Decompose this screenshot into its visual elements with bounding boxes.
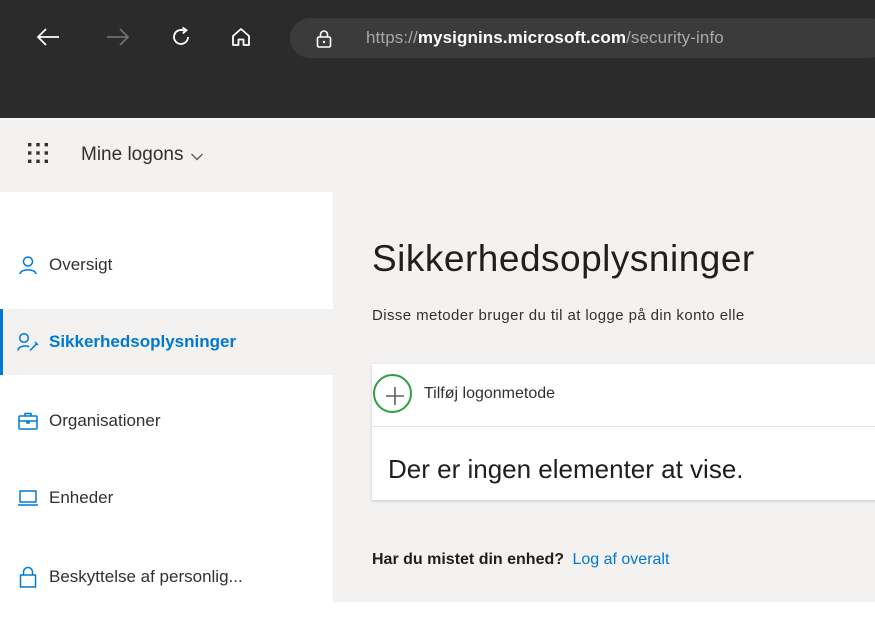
security-info-icon xyxy=(17,331,39,353)
app-title-dropdown[interactable]: Mine logons xyxy=(81,144,204,166)
url-scheme: https:// xyxy=(366,28,418,47)
add-method-label: Tilføj logonmetode xyxy=(424,385,556,402)
chevron-down-icon xyxy=(191,153,204,160)
back-icon xyxy=(36,28,59,46)
sidebar-item-organizations[interactable]: Organisationer xyxy=(0,388,333,454)
laptop-icon xyxy=(17,487,39,509)
person-icon xyxy=(17,254,39,276)
back-button[interactable] xyxy=(33,22,63,52)
lost-device-row: Har du mistet din enhed? Log af overalt xyxy=(372,551,669,569)
sidebar-item-overview[interactable]: Oversigt xyxy=(0,232,333,298)
sidebar-item-devices[interactable]: Enheder xyxy=(0,465,333,531)
browser-toolbar: https://mysignins.microsoft.com/security… xyxy=(0,0,875,118)
refresh-icon xyxy=(173,26,189,45)
main-footer-area xyxy=(333,602,875,632)
home-icon xyxy=(232,28,250,46)
sidebar-item-label: Beskyttelse af personlig... xyxy=(49,567,243,586)
sidebar-item-security-info[interactable]: Sikkerhedsoplysninger xyxy=(0,309,333,375)
sidebar-item-label: Sikkerhedsoplysninger xyxy=(49,332,237,351)
home-button[interactable] xyxy=(226,22,256,52)
app-launcher-icon[interactable] xyxy=(27,142,49,164)
lost-device-question: Har du mistet din enhed? xyxy=(372,551,565,568)
address-bar[interactable]: https://mysignins.microsoft.com/security… xyxy=(290,18,875,58)
page-description: Disse metoder bruger du til at logge på … xyxy=(372,307,745,324)
url-host: mysignins.microsoft.com xyxy=(417,28,627,47)
app-header: Mine logons xyxy=(0,118,875,192)
app-title: Mine logons xyxy=(81,144,184,165)
sidebar: Oversigt Sikkerhedsoplysninger Organisat… xyxy=(0,192,333,632)
page-title: Sikkerhedsoplysninger xyxy=(372,238,755,279)
empty-state-message: Der er ingen elementer at vise. xyxy=(388,454,744,484)
sidebar-item-label: Oversigt xyxy=(49,255,113,274)
sidebar-item-privacy[interactable]: Beskyttelse af personlig... xyxy=(0,544,333,610)
security-methods-card: Tilføj logonmetode Der er ingen elemente… xyxy=(372,364,875,500)
forward-icon xyxy=(107,28,130,46)
lock-icon xyxy=(316,30,332,48)
plus-icon[interactable] xyxy=(382,383,408,409)
forward-button[interactable] xyxy=(103,22,133,52)
refresh-button[interactable] xyxy=(166,22,196,52)
sidebar-item-label: Organisationer xyxy=(49,411,161,430)
add-sign-in-method-button[interactable]: Tilføj logonmetode xyxy=(372,364,875,427)
sign-out-everywhere-link[interactable]: Log af overalt xyxy=(572,551,669,568)
briefcase-icon xyxy=(17,410,39,432)
sidebar-item-label: Enheder xyxy=(49,488,114,507)
url-text: https://mysignins.microsoft.com/security… xyxy=(366,28,724,48)
url-path: /security-info xyxy=(626,28,724,47)
lock-icon xyxy=(17,566,39,588)
